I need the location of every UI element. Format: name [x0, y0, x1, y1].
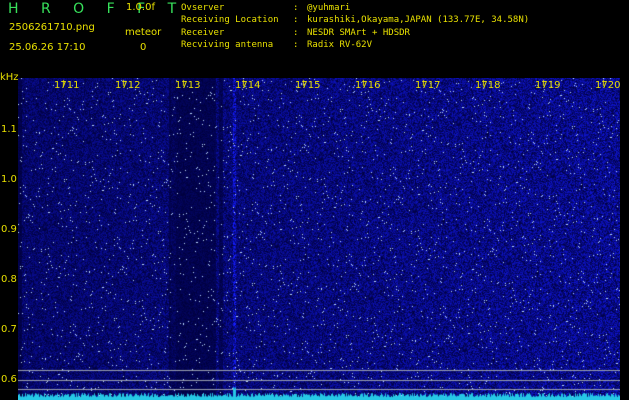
info-row-observer: Ovserver: @yuhmari: [181, 3, 351, 13]
y-tick-label: 0.6: [1, 374, 17, 385]
info-row-receiver: Receiver: NESDR SMArt + HDSDR: [181, 27, 410, 38]
y-tick-label: 0.9: [1, 224, 17, 235]
info-row-antenna: Recviving antenna: Radix RV-62V: [181, 40, 373, 51]
y-tick-label: 0.8: [1, 274, 17, 285]
app-logo: H R O F F T: [8, 1, 186, 17]
info-value: Radix RV-62V: [307, 40, 373, 51]
info-key: Recviving antenna: [181, 40, 274, 51]
info-value: kurashiki,Okayama,JAPAN (133.77E, 34.58N…: [307, 15, 530, 26]
info-value: NESDR SMArt + HDSDR: [307, 27, 410, 38]
x-tick-label: 1713: [175, 80, 201, 91]
x-tick-label: 1718: [475, 80, 501, 91]
info-key: Receiver: [181, 27, 225, 38]
version-label: 1.0.0f: [126, 2, 155, 13]
x-tick-label: 1717: [415, 80, 441, 91]
datetime-label: 25.06.26 17:10: [9, 42, 86, 53]
station-info: Ovserver: @yuhmari Receiving Location: k…: [181, 2, 529, 52]
info-key: Ovserver: [181, 3, 225, 13]
y-tick-label: 1.1: [1, 124, 17, 135]
info-row-location: Receiving Location: kurashiki,Okayama,JA…: [181, 15, 530, 26]
x-tick-label: 1720: [595, 80, 621, 91]
info-value: @yuhmari: [307, 3, 351, 13]
info-key: Receiving Location: [181, 15, 279, 26]
meteor-count: 0: [140, 42, 147, 53]
filename-label: 2506261710.png: [9, 22, 95, 33]
spectrogram-canvas: [18, 78, 620, 400]
x-tick-label: 1716: [355, 80, 381, 91]
y-tick-label: 1.0: [1, 174, 17, 185]
x-tick-label: 1719: [535, 80, 561, 91]
y-unit-label: kHz: [0, 72, 19, 83]
x-tick-label: 1715: [295, 80, 321, 91]
x-tick-label: 1712: [115, 80, 141, 91]
y-tick-label: 0.7: [1, 324, 17, 335]
meteor-label: meteor: [125, 27, 162, 38]
x-tick-label: 1714: [235, 80, 261, 91]
x-tick-label: 1711: [54, 80, 80, 91]
